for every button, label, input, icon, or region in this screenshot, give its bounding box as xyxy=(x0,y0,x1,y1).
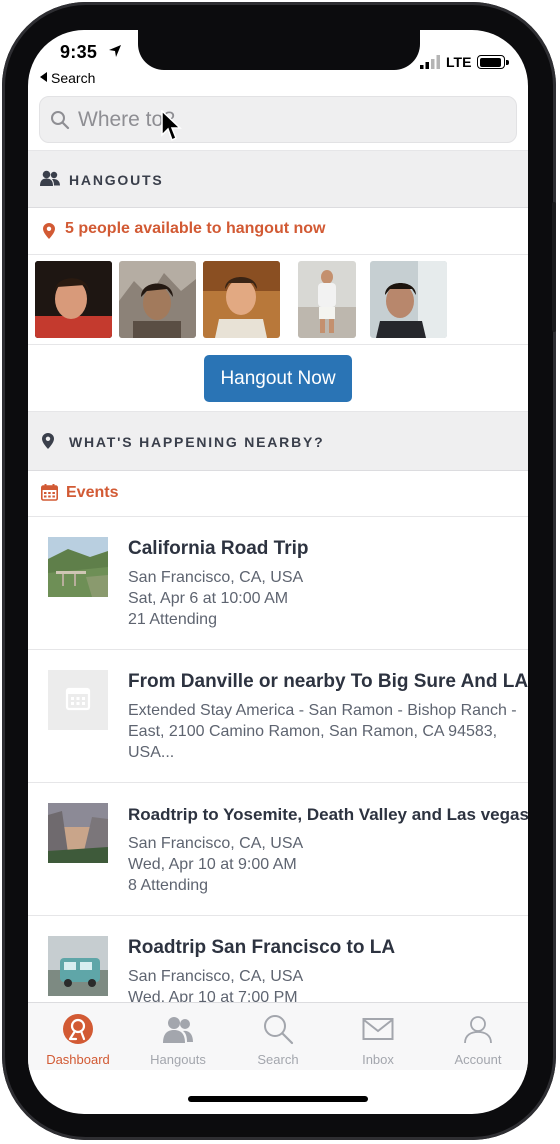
event-location: San Francisco, CA, USA xyxy=(128,968,304,985)
valley-photo xyxy=(48,803,108,863)
mouse-pointer-icon xyxy=(161,110,182,142)
search-input[interactable] xyxy=(78,103,498,137)
tab-label: Account xyxy=(454,1052,502,1067)
hangouts-section-header: HANGOUTS xyxy=(28,150,528,208)
home-indicator[interactable] xyxy=(188,1096,368,1102)
avatar-photo[interactable] xyxy=(298,261,356,338)
map-pin-icon xyxy=(43,223,55,239)
tab-inbox[interactable]: Inbox xyxy=(328,1003,428,1071)
divider xyxy=(28,344,528,345)
person-photo xyxy=(298,261,356,338)
dashboard-icon xyxy=(63,1014,93,1044)
bottom-tab-bar: Dashboard Hangouts Search Inbox Account xyxy=(28,1002,528,1070)
nearby-header-label: WHAT'S HAPPENING NEARBY? xyxy=(69,434,325,450)
search-icon xyxy=(264,1015,294,1045)
avatar-photo[interactable] xyxy=(203,261,280,338)
event-thumbnail xyxy=(48,537,108,597)
signal-bars-icon xyxy=(420,55,440,69)
divider xyxy=(28,254,528,255)
tab-dashboard[interactable]: Dashboard xyxy=(28,1003,128,1071)
back-arrow-icon xyxy=(40,72,47,82)
people-icon xyxy=(163,1017,193,1043)
event-thumbnail xyxy=(48,936,108,996)
person-photo xyxy=(370,261,447,338)
network-type: LTE xyxy=(446,54,472,70)
event-title[interactable]: Roadtrip to Yosemite, Death Valley and L… xyxy=(128,805,528,825)
event-thumbnail-placeholder xyxy=(48,670,108,730)
event-title[interactable]: Roadtrip San Francisco to LA xyxy=(128,937,395,959)
event-thumbnail xyxy=(48,803,108,863)
person-photo xyxy=(35,261,112,338)
tab-search[interactable]: Search xyxy=(228,1003,328,1071)
event-datetime: Sat, Apr 6 at 10:00 AM xyxy=(128,590,289,607)
event-list-item[interactable]: From Danville or nearby To Big Sure And … xyxy=(28,650,528,783)
people-icon xyxy=(40,170,60,186)
battery-icon xyxy=(477,55,509,69)
van-photo xyxy=(48,936,108,996)
calendar-icon xyxy=(65,687,91,711)
phone-frame: 9:35 Search LTE HANGOUTS 5 people availa… xyxy=(2,2,556,1140)
event-location: San Francisco, CA, USA xyxy=(128,569,304,586)
search-bar[interactable] xyxy=(39,96,517,143)
tab-label: Hangouts xyxy=(150,1052,206,1067)
event-location: San Francisco, CA, USA xyxy=(128,835,304,852)
avatar-photo[interactable] xyxy=(119,261,196,338)
map-pin-icon xyxy=(42,433,54,449)
person-photo xyxy=(203,261,280,338)
app-screen: 9:35 Search LTE HANGOUTS 5 people availa… xyxy=(28,30,528,1114)
side-button xyxy=(552,202,556,332)
status-time: 9:35 xyxy=(60,42,98,62)
event-list-item[interactable]: California Road Trip San Francisco, CA, … xyxy=(28,517,528,650)
location-arrow-icon xyxy=(109,45,121,57)
event-list-item[interactable]: Roadtrip to Yosemite, Death Valley and L… xyxy=(28,783,528,916)
event-title[interactable]: California Road Trip xyxy=(128,538,309,560)
tab-label: Dashboard xyxy=(46,1052,110,1067)
event-datetime: Wed, Apr 10 at 9:00 AM xyxy=(128,856,297,873)
search-icon xyxy=(51,111,70,130)
event-location: Extended Stay America - San Ramon - Bish… xyxy=(128,702,517,719)
hangout-now-button[interactable]: Hangout Now xyxy=(204,355,352,402)
avatar-photo[interactable] xyxy=(35,261,112,338)
event-location: USA... xyxy=(128,744,175,761)
nearby-section-header: WHAT'S HAPPENING NEARBY? xyxy=(28,411,528,471)
calendar-icon xyxy=(41,484,58,501)
tab-account[interactable]: Account xyxy=(428,1003,528,1071)
back-to-search-link[interactable]: Search xyxy=(40,70,95,86)
tab-label: Inbox xyxy=(362,1052,394,1067)
coastal-bridge-photo xyxy=(48,537,108,597)
event-location: East, 2100 Camino Ramon, San Ramon, CA 9… xyxy=(128,723,498,740)
hangouts-header-label: HANGOUTS xyxy=(69,172,164,188)
user-icon xyxy=(464,1016,492,1044)
person-photo xyxy=(119,261,196,338)
avatar-photo[interactable] xyxy=(370,261,447,338)
events-label: Events xyxy=(66,484,119,501)
tab-hangouts[interactable]: Hangouts xyxy=(128,1003,228,1071)
mail-icon xyxy=(362,1018,394,1040)
back-link-label: Search xyxy=(51,70,96,86)
event-title[interactable]: From Danville or nearby To Big Sure And … xyxy=(128,671,528,693)
available-count-text[interactable]: 5 people available to hangout now xyxy=(65,220,325,238)
tab-label: Search xyxy=(257,1052,299,1067)
event-attendance: 21 Attending xyxy=(128,611,217,628)
event-attendance: 8 Attending xyxy=(128,877,209,894)
device-notch xyxy=(138,30,420,70)
